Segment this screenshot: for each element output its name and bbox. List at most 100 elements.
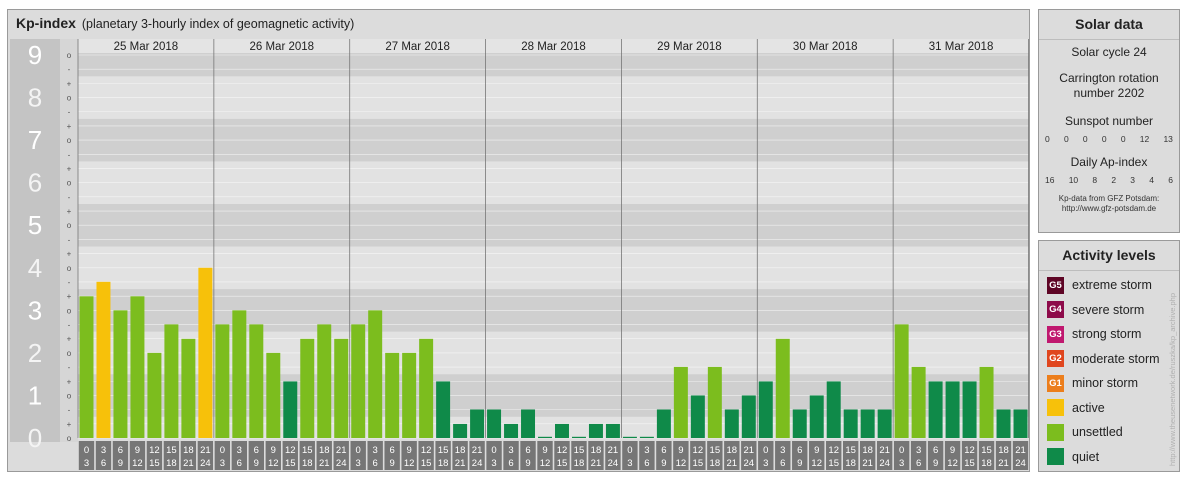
minor-tick-label: o — [67, 434, 72, 443]
legend-swatch — [1047, 399, 1064, 416]
kp-bar — [555, 423, 569, 438]
interval-start-label: 0 — [763, 445, 768, 456]
interval-end-label: 6 — [101, 458, 106, 469]
minor-tick-label: o — [67, 264, 72, 273]
interval-start-label: 18 — [319, 445, 330, 456]
interval-start-label: 18 — [998, 445, 1009, 456]
interval-start-label: 18 — [727, 445, 738, 456]
kp-bar — [877, 409, 892, 438]
interval-end-label: 6 — [373, 458, 378, 469]
interval-start-label: 6 — [797, 445, 802, 456]
kp-bar — [300, 338, 315, 438]
interval-end-label: 18 — [845, 458, 856, 469]
interval-end-label: 6 — [237, 458, 242, 469]
interval-end-label: 3 — [84, 458, 89, 469]
interval-end-label: 12 — [404, 458, 415, 469]
minor-tick-label: o — [67, 51, 72, 60]
day-label: 26 Mar 2018 — [249, 41, 314, 53]
interval-start-label: 0 — [356, 445, 361, 456]
minor-tick-label: o — [67, 179, 72, 188]
legend-label: active — [1072, 400, 1105, 415]
y-tick-label: 1 — [28, 380, 42, 410]
kp-bar — [843, 409, 858, 438]
sunspot-value: 0 — [1082, 134, 1088, 144]
minor-tick-label: o — [67, 94, 72, 103]
legend-swatch — [1047, 423, 1064, 441]
interval-end-label: 21 — [591, 458, 602, 469]
interval-end-label: 6 — [508, 458, 513, 469]
legend-item-extreme-storm: G5 extreme storm — [1047, 276, 1152, 294]
kp-bar — [962, 381, 977, 438]
interval-end-label: 24 — [472, 458, 483, 469]
kp-bar — [368, 310, 383, 438]
interval-end-label: 9 — [933, 458, 938, 469]
kp-bar — [605, 423, 620, 438]
interval-end-label: 18 — [166, 458, 177, 469]
activity-levels-title: Activity levels — [1039, 241, 1179, 271]
kp-bar — [147, 352, 162, 438]
minor-tick-label: - — [68, 406, 71, 415]
interval-end-label: 15 — [557, 458, 568, 469]
kp-bar — [351, 324, 366, 438]
sunspot-title: Sunspot number — [1064, 114, 1154, 128]
kp-bar — [436, 381, 451, 438]
kp-bar — [724, 409, 739, 438]
kp-bar — [809, 395, 824, 438]
ap-value: 6 — [1168, 175, 1173, 185]
interval-end-label: 6 — [916, 458, 921, 469]
minor-tick-label: o — [67, 349, 72, 358]
interval-end-label: 21 — [998, 458, 1009, 469]
interval-end-label: 24 — [744, 458, 755, 469]
day-label: 30 Mar 2018 — [793, 41, 858, 53]
minor-tick-label: o — [67, 136, 72, 145]
kp-index-panel: Kp-index (planetary 3-hourly index of geo… — [7, 9, 1030, 472]
interval-end-label: 6 — [780, 458, 785, 469]
kp-bar — [130, 296, 145, 438]
y-tick-label: 7 — [28, 125, 42, 155]
interval-start-label: 3 — [373, 445, 378, 456]
kp-bar — [79, 296, 94, 438]
interval-start-label: 21 — [336, 445, 347, 456]
interval-end-label: 3 — [899, 458, 904, 469]
source-link[interactable]: http://www.gfz-potsdam.de — [1039, 204, 1179, 214]
interval-end-label: 6 — [644, 458, 649, 469]
y-tick-label: 2 — [28, 338, 42, 368]
solar-data-panel: Solar data Solar cycle 24 Carrington rot… — [1038, 9, 1180, 233]
interval-start-label: 3 — [780, 445, 785, 456]
kp-bar — [266, 352, 281, 438]
legend-label: quiet — [1072, 449, 1100, 464]
interval-end-label: 24 — [608, 458, 619, 469]
interval-start-label: 15 — [438, 445, 449, 456]
interval-end-label: 15 — [964, 458, 975, 469]
ap-value: 8 — [1092, 175, 1098, 185]
interval-start-label: 3 — [508, 445, 513, 456]
interval-start-label: 0 — [899, 445, 904, 456]
kp-bar — [928, 381, 943, 438]
interval-start-label: 9 — [135, 445, 140, 456]
minor-tick-label: + — [67, 292, 72, 301]
kp-band — [78, 53, 1029, 77]
legend-label: strong storm — [1072, 327, 1142, 341]
y-tick-label: 4 — [28, 253, 42, 283]
interval-start-label: 21 — [1015, 445, 1026, 456]
interval-start-label: 18 — [183, 445, 194, 456]
kp-bar — [317, 324, 332, 438]
kp-bar — [639, 436, 654, 438]
kp-bar — [1013, 409, 1028, 438]
kp-bar — [504, 423, 519, 438]
sunspot-value: 0 — [1063, 134, 1069, 144]
minor-tick-label: - — [68, 108, 71, 117]
interval-start-label: 18 — [591, 445, 602, 456]
interval-start-label: 21 — [608, 445, 619, 456]
interval-end-label: 15 — [149, 458, 160, 469]
interval-end-label: 18 — [710, 458, 721, 469]
kp-bar — [521, 409, 536, 438]
sunspot-value: 0 — [1101, 134, 1107, 144]
interval-start-label: 18 — [862, 445, 873, 456]
minor-tick-label: - — [68, 278, 71, 287]
legend-item-unsettled: unsettled — [1047, 423, 1123, 441]
ap-value: 4 — [1149, 175, 1154, 185]
interval-start-label: 12 — [421, 445, 432, 456]
day-label: 28 Mar 2018 — [521, 41, 586, 53]
kp-bar — [690, 395, 705, 438]
